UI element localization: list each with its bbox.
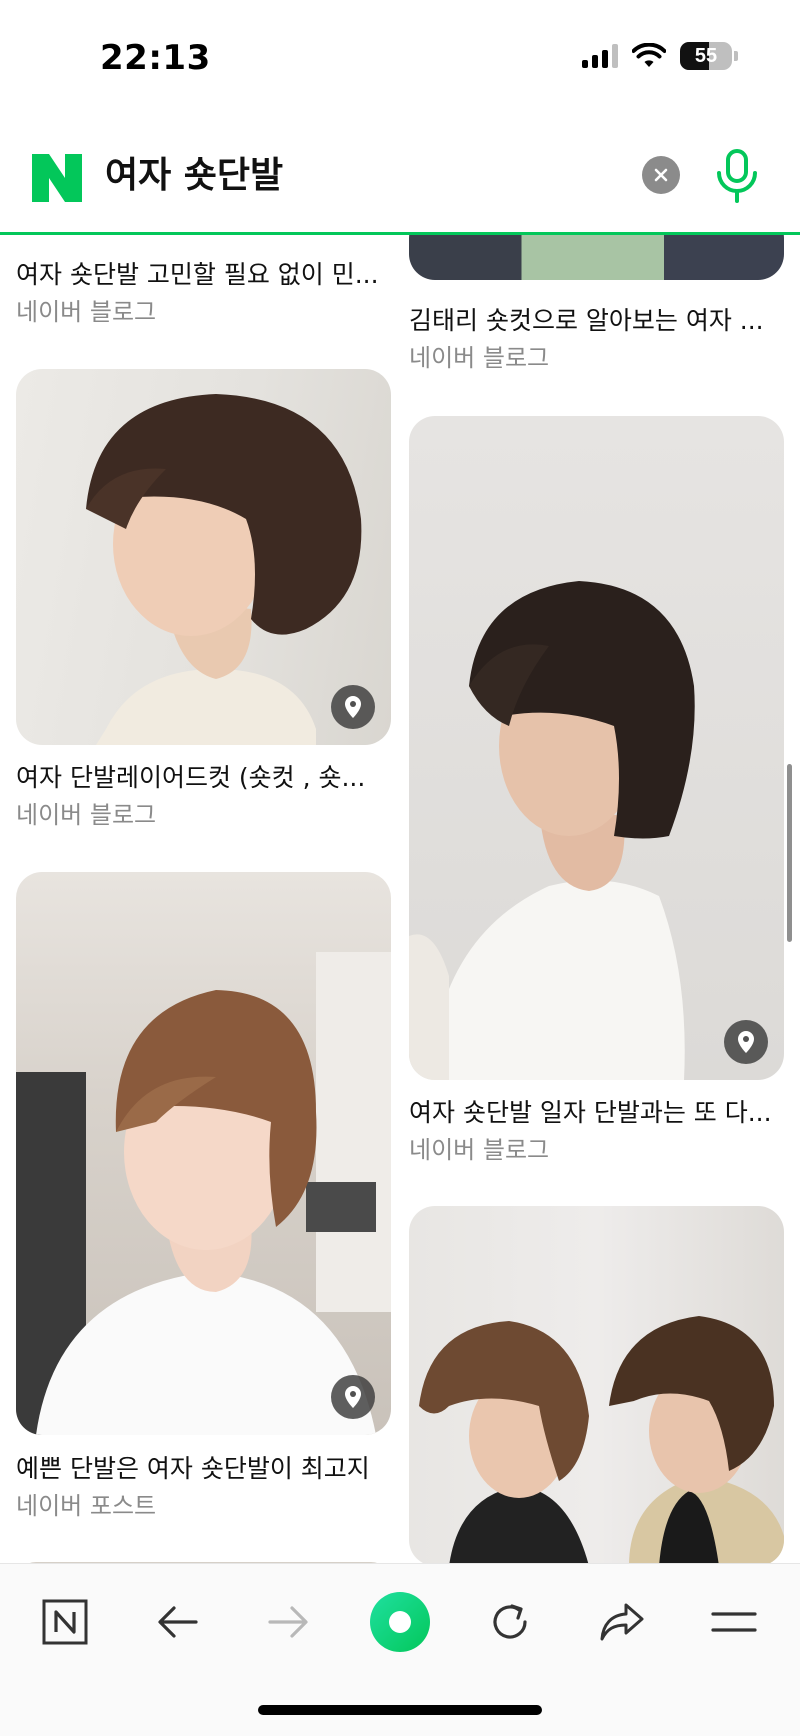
- status-bar: 22:13 55: [0, 0, 800, 120]
- image-results-grid: 여자 숏단발 고민할 필요 없이 민... 네이버 블로그 여자 단발레이어드컷…: [0, 232, 800, 1564]
- result-title[interactable]: 김태리 숏컷으로 알아보는 여자 ...: [409, 304, 784, 338]
- green-dot-icon: [370, 1592, 430, 1652]
- close-icon: [654, 168, 668, 182]
- naver-home-button[interactable]: [35, 1594, 95, 1650]
- refresh-icon: [493, 1604, 527, 1639]
- hair-model-photo: [409, 581, 695, 1080]
- share-button[interactable]: [592, 1594, 652, 1650]
- forward-button[interactable]: [258, 1594, 318, 1650]
- refresh-button[interactable]: [480, 1594, 540, 1650]
- menu-icon: [711, 1612, 757, 1632]
- battery-icon: 55: [680, 42, 732, 70]
- result-source[interactable]: 네이버 블로그: [409, 342, 549, 374]
- result-title[interactable]: 예쁜 단발은 여자 숏단발이 최고지: [16, 1452, 391, 1486]
- result-card[interactable]: [409, 1206, 784, 1564]
- menu-button[interactable]: [704, 1594, 764, 1650]
- home-indicator[interactable]: [258, 1705, 542, 1715]
- cellular-signal-icon: [582, 44, 618, 68]
- result-card[interactable]: 김태리 숏컷으로 알아보는 여자 ... 네이버 블로그: [409, 232, 784, 372]
- result-title[interactable]: 여자 숏단발 고민할 필요 없이 민...: [16, 258, 391, 292]
- green-dot-button[interactable]: [368, 1590, 432, 1654]
- location-pin-icon: [738, 1031, 754, 1053]
- scroll-indicator[interactable]: [787, 764, 792, 942]
- location-pin-icon: [345, 1386, 361, 1408]
- result-source[interactable]: 네이버 블로그: [16, 296, 156, 328]
- place-pin-badge[interactable]: [331, 1375, 375, 1419]
- result-card[interactable]: 여자 숏단발 고민할 필요 없이 민... 네이버 블로그: [16, 232, 391, 326]
- result-source[interactable]: 네이버 포스트: [16, 1490, 156, 1522]
- place-pin-badge[interactable]: [724, 1020, 768, 1064]
- result-image[interactable]: [409, 416, 784, 1080]
- result-card[interactable]: 여자 숏단발 일자 단발과는 또 다... 네이버 블로그: [409, 416, 784, 1166]
- result-source[interactable]: 네이버 블로그: [16, 799, 156, 831]
- forward-icon: [268, 1606, 308, 1638]
- result-image[interactable]: [409, 232, 784, 280]
- clear-search-button[interactable]: [642, 156, 680, 194]
- result-title[interactable]: 여자 단발레이어드컷 (숏컷 , 숏...: [16, 761, 391, 795]
- status-icons: 55: [582, 42, 738, 70]
- result-source[interactable]: 네이버 블로그: [409, 1134, 549, 1166]
- status-time: 22:13: [100, 38, 211, 78]
- naver-logo-icon[interactable]: [32, 154, 82, 202]
- battery-level: 55: [694, 44, 718, 67]
- hair-model-photo: [16, 952, 391, 1435]
- place-pin-badge[interactable]: [331, 685, 375, 729]
- wifi-icon: [632, 43, 666, 67]
- hair-model-photo: [419, 1316, 784, 1564]
- share-icon: [600, 1603, 644, 1641]
- result-image[interactable]: [16, 872, 391, 1435]
- result-card[interactable]: 여자 단발레이어드컷 (숏컷 , 숏... 네이버 블로그: [16, 369, 391, 829]
- result-title[interactable]: 여자 숏단발 일자 단발과는 또 다...: [409, 1096, 784, 1130]
- search-input[interactable]: 여자 숏단발: [105, 150, 283, 202]
- result-card[interactable]: 예쁜 단발은 여자 숏단발이 최고지 네이버 포스트: [16, 872, 391, 1520]
- microphone-icon[interactable]: [712, 148, 762, 204]
- result-image[interactable]: [16, 369, 391, 745]
- back-button[interactable]: [148, 1594, 208, 1650]
- hair-model-photo: [86, 394, 362, 745]
- location-pin-icon: [345, 696, 361, 718]
- back-icon: [158, 1606, 198, 1638]
- result-image[interactable]: [409, 1206, 784, 1564]
- search-bar: 여자 숏단발: [0, 120, 800, 235]
- naver-home-icon: [42, 1599, 88, 1645]
